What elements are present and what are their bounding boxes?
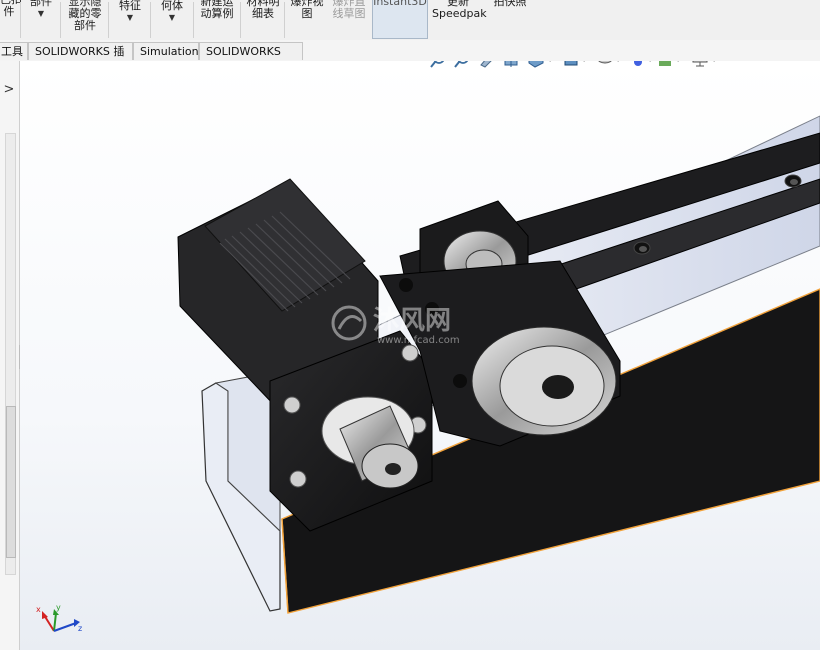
ribbon-button-instant3d[interactable]: Instant3D: [372, 0, 428, 39]
ribbon-separator: [60, 2, 61, 38]
coordinate-triad: x y z: [36, 603, 82, 633]
panel-scroll-thumb[interactable]: [6, 406, 16, 558]
svg-text:x: x: [36, 605, 41, 614]
watermark-url: www.mfcad.com: [377, 335, 460, 346]
tab-solidworks-addins[interactable]: SOLIDWORKS 插件: [28, 42, 133, 76]
ribbon-label: 动算例: [200, 7, 234, 20]
ribbon-button-features[interactable]: 特征 ▼: [116, 0, 144, 24]
ribbon-separator: [193, 2, 194, 38]
ribbon-button-show-hidden[interactable]: 显示隐 藏的零 部件: [66, 0, 104, 32]
ribbon-label: Instant3D: [373, 0, 427, 8]
command-manager-ribbon: 已扣 件 部件 ▼ 显示隐 藏的零 部件 特征 ▼ 何体 ▼ 新建运 动算例 材…: [0, 0, 820, 41]
ribbon-button-explode-line-sketch[interactable]: 爆炸直 线草图: [330, 0, 368, 20]
ribbon-separator: [20, 2, 21, 38]
ribbon-label: 何体: [161, 0, 183, 12]
expand-panel-arrow[interactable]: >: [2, 81, 16, 99]
ribbon-separator: [150, 2, 151, 38]
ribbon-button-exploded-view[interactable]: 爆炸视 图: [288, 0, 326, 20]
tab-tools[interactable]: 工具: [0, 42, 28, 60]
svg-text:y: y: [56, 603, 61, 612]
ribbon-label: 部件: [30, 0, 52, 8]
svg-text:z: z: [78, 624, 82, 633]
chevron-down-icon[interactable]: ▼: [158, 12, 186, 24]
ribbon-separator: [108, 2, 109, 38]
graphics-area[interactable]: ▼ ▼ ▼ ▼ ▼ ▼: [20, 61, 820, 650]
watermark-logo: 沐风网 www.mfcad.com: [331, 305, 460, 346]
ribbon-button-cut-left[interactable]: 已扣 件: [0, 0, 22, 18]
ribbon-button-parts[interactable]: 部件 ▼: [26, 0, 56, 20]
ribbon-separator: [240, 2, 241, 38]
tab-simulation[interactable]: Simulation: [133, 42, 199, 60]
ribbon-button-snapshot[interactable]: 拍快照: [490, 0, 530, 8]
tab-solidworks-mbd[interactable]: SOLIDWORKS MBD: [199, 42, 303, 76]
ribbon-label: 件: [3, 5, 15, 18]
ribbon-button-new-motion[interactable]: 新建运 动算例: [198, 0, 236, 20]
ribbon-label: 部件: [74, 19, 96, 32]
ribbon-label: 拍快照: [493, 0, 527, 8]
ribbon-label: 图: [301, 7, 313, 20]
ribbon-label: 细表: [252, 7, 274, 20]
ribbon-label: 特征: [119, 0, 141, 12]
feature-manager-collapsed-panel: >: [0, 61, 20, 650]
chevron-down-icon[interactable]: ▼: [116, 12, 144, 24]
chevron-down-icon[interactable]: ▼: [26, 8, 56, 20]
watermark-brand: 沐风网: [373, 306, 451, 336]
ribbon-label: 线草图: [332, 7, 366, 20]
ribbon-button-update-speedpak[interactable]: 更新 Speedpak: [432, 0, 487, 20]
command-manager-tabs: 工具 SOLIDWORKS 插件 Simulation SOLIDWORKS M…: [0, 40, 820, 76]
cad-model[interactable]: [20, 61, 820, 650]
ribbon-label: Speedpak: [432, 7, 487, 20]
ribbon-separator: [284, 2, 285, 38]
ribbon-button-bom[interactable]: 材料明 细表: [244, 0, 282, 20]
ribbon-button-geometry[interactable]: 何体 ▼: [158, 0, 186, 24]
